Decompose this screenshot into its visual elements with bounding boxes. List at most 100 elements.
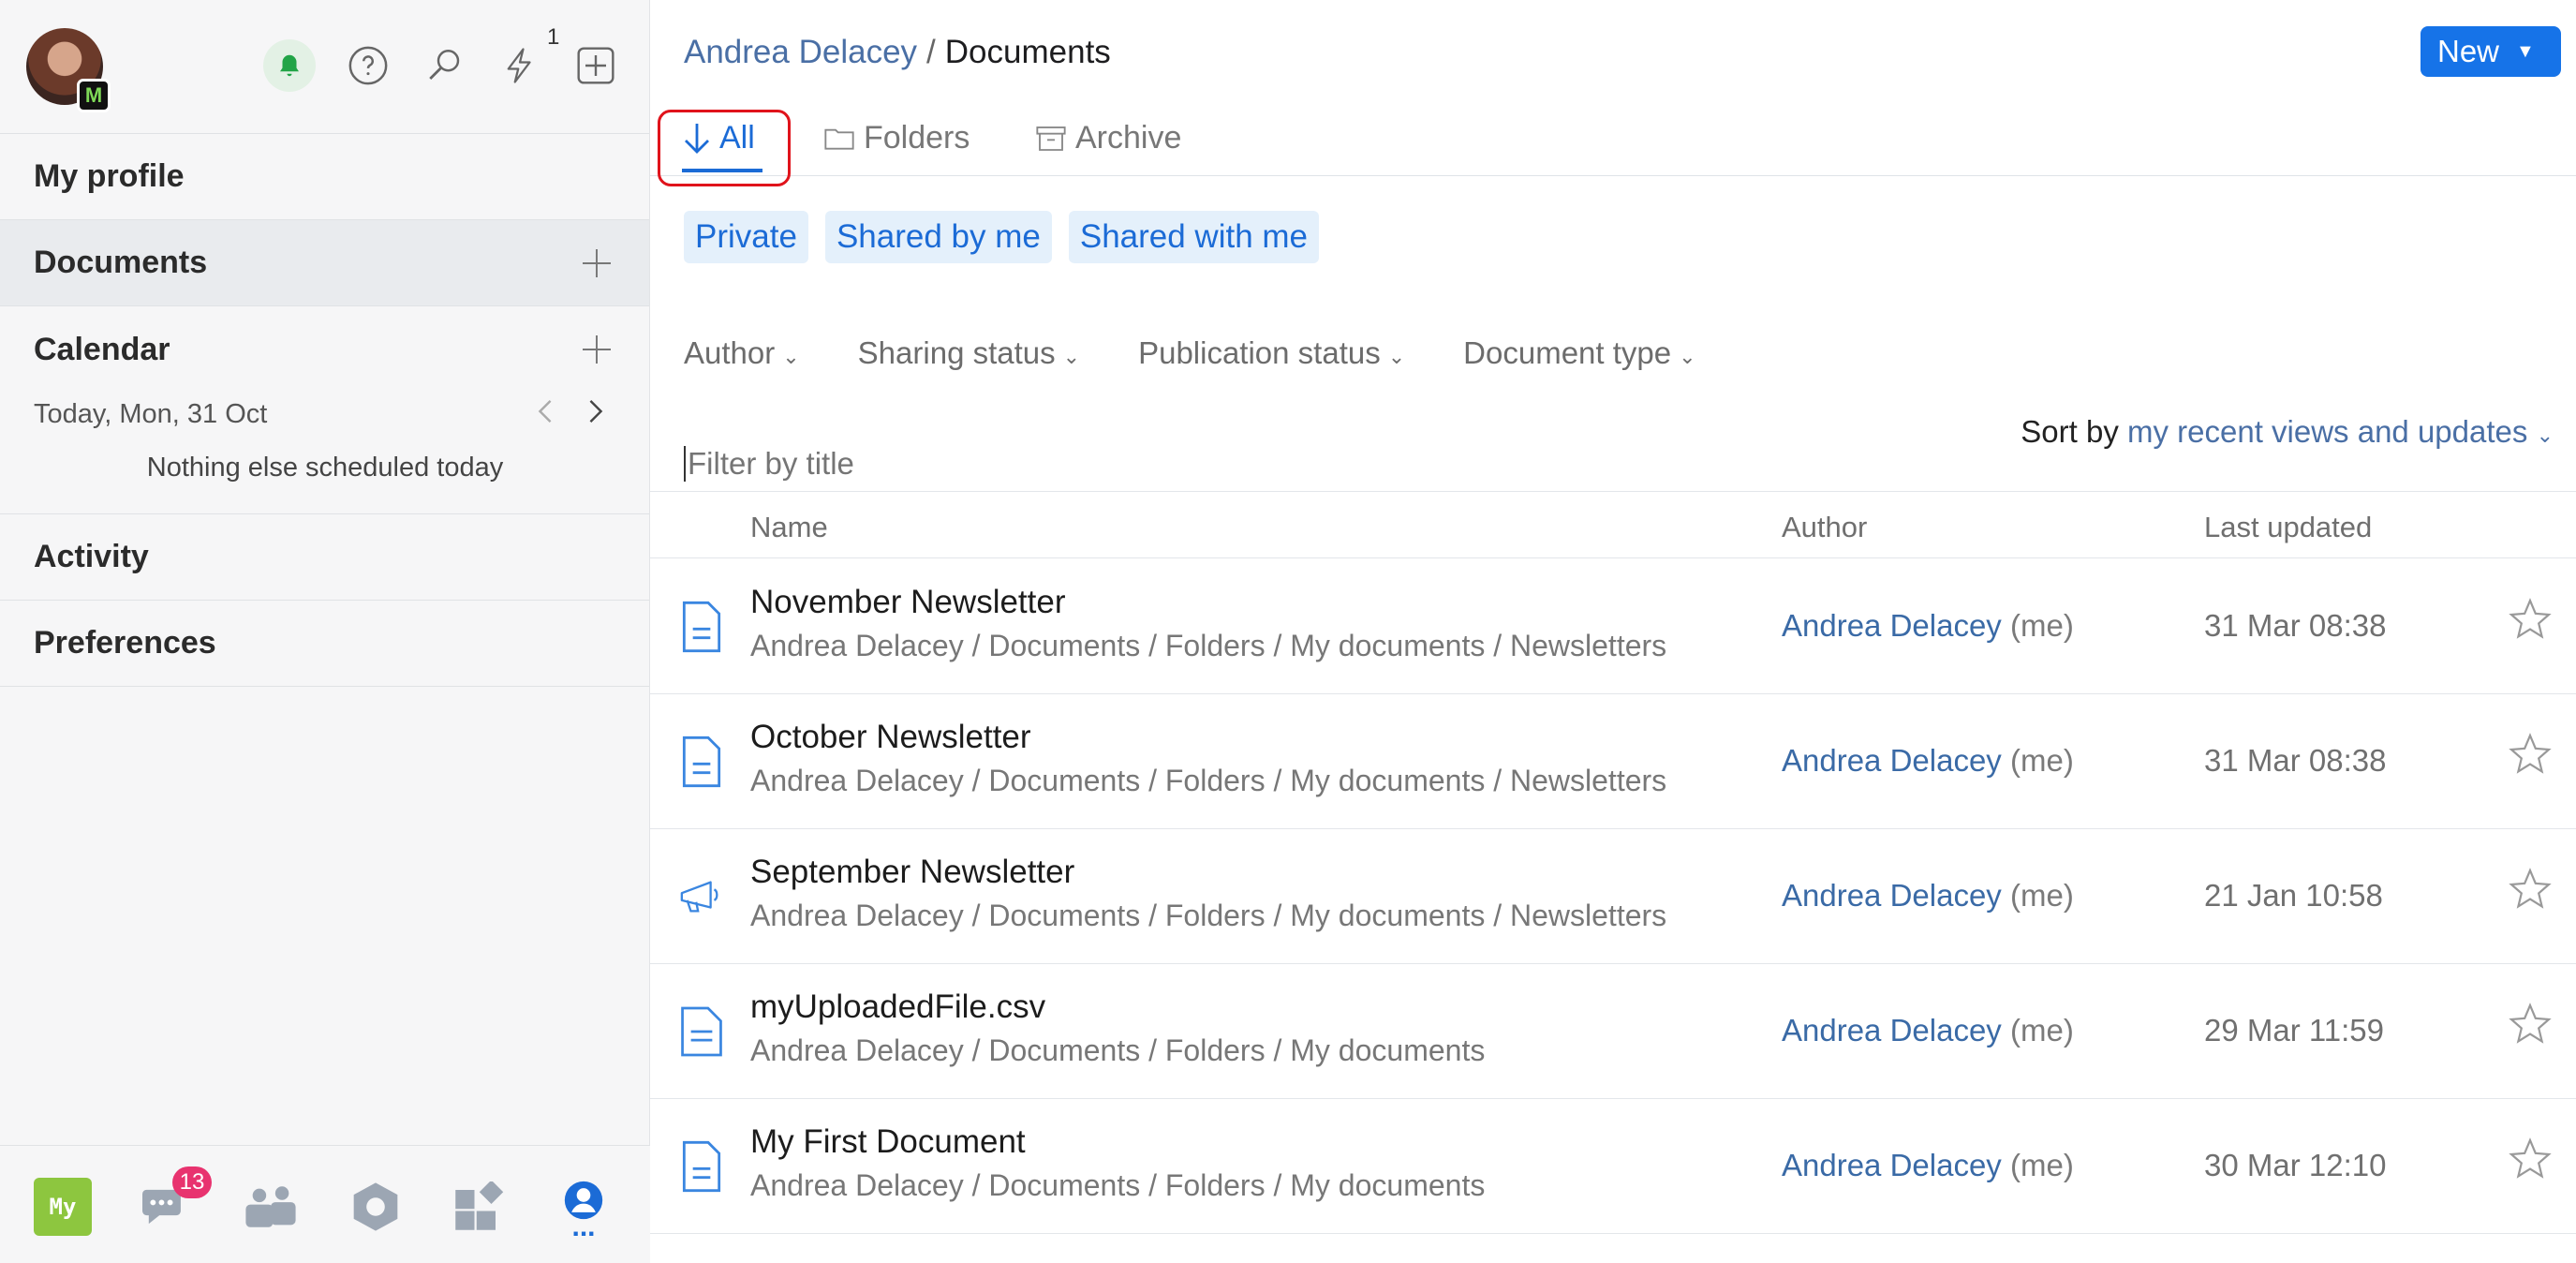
sidebar-item-my-profile[interactable]: My profile bbox=[0, 134, 649, 220]
add-event-icon[interactable] bbox=[580, 333, 614, 366]
sort-prefix: Sort by bbox=[2021, 414, 2119, 449]
star-icon[interactable] bbox=[2508, 597, 2553, 642]
chip-private[interactable]: Private bbox=[684, 211, 808, 263]
more-dots: ... bbox=[571, 1211, 596, 1242]
lightning-icon[interactable] bbox=[494, 39, 546, 92]
filter-label: Publication status bbox=[1138, 335, 1381, 370]
people-icon[interactable] bbox=[242, 1178, 300, 1236]
filter-publication-status-dropdown[interactable]: Publication status ⌄ bbox=[1138, 335, 1405, 371]
document-path: Andrea Delacey / Documents / Folders / M… bbox=[750, 899, 1667, 932]
chevron-left-icon[interactable] bbox=[536, 399, 555, 431]
search-icon[interactable] bbox=[419, 39, 471, 92]
add-square-icon[interactable] bbox=[570, 39, 622, 92]
document-title[interactable]: October Newsletter bbox=[750, 719, 1031, 756]
column-last-updated[interactable]: Last updated bbox=[2204, 511, 2372, 544]
tab-all[interactable]: All bbox=[684, 120, 755, 156]
last-updated: 31 Mar 08:38 bbox=[2204, 608, 2387, 643]
user-profile-icon[interactable]: ... bbox=[555, 1178, 613, 1242]
apps-icon[interactable] bbox=[450, 1178, 508, 1236]
document-icon bbox=[682, 736, 721, 788]
column-author[interactable]: Author bbox=[1782, 511, 1867, 544]
star-icon[interactable] bbox=[2508, 867, 2553, 912]
breadcrumb: Andrea Delacey / Documents bbox=[684, 34, 1111, 71]
chip-shared-by-me[interactable]: Shared by me bbox=[824, 211, 1052, 263]
bottom-app-bar: My 13 ... bbox=[0, 1145, 650, 1263]
notifications-bell-icon[interactable] bbox=[263, 39, 316, 92]
sidebar-item-label: Preferences bbox=[34, 625, 216, 661]
table-row[interactable]: October Newsletter Andrea Delacey / Docu… bbox=[650, 694, 2576, 829]
sort-value[interactable]: my recent views and updates bbox=[2127, 414, 2527, 449]
star-icon[interactable] bbox=[2508, 1137, 2553, 1181]
author-link[interactable]: Andrea Delacey bbox=[1782, 878, 2002, 913]
document-title[interactable]: November Newsletter bbox=[750, 584, 1066, 621]
star-icon[interactable] bbox=[2508, 1002, 2553, 1047]
chevron-down-icon: ⌄ bbox=[2536, 423, 2554, 447]
breadcrumb-separator: / bbox=[926, 34, 936, 70]
table-row[interactable]: myUploadedFile.csv Andrea Delacey / Docu… bbox=[650, 964, 2576, 1099]
filter-author-dropdown[interactable]: Author ⌄ bbox=[684, 335, 800, 371]
filter-by-title-input[interactable] bbox=[684, 446, 1808, 482]
column-name[interactable]: Name bbox=[750, 511, 828, 544]
chevron-right-icon[interactable] bbox=[586, 399, 605, 431]
lightning-count: 1 bbox=[547, 24, 560, 50]
tab-folders[interactable]: Folders bbox=[824, 120, 970, 156]
document-icon bbox=[682, 601, 721, 653]
my-app-tile[interactable]: My bbox=[34, 1178, 92, 1236]
sidebar-item-label: Documents bbox=[34, 245, 208, 280]
table-row[interactable]: November Newsletter Andrea Delacey / Doc… bbox=[650, 559, 2576, 694]
document-title[interactable]: September Newsletter bbox=[750, 854, 1074, 891]
chevron-down-icon: ⌄ bbox=[1062, 345, 1081, 368]
document-path: Andrea Delacey / Documents / Folders / M… bbox=[750, 1033, 1486, 1067]
tab-label: Archive bbox=[1075, 120, 1182, 156]
filter-label: Author bbox=[684, 335, 776, 370]
chip-shared-with-me[interactable]: Shared with me bbox=[1068, 211, 1320, 263]
scope-chips: Private Shared by me Shared with me bbox=[684, 211, 1320, 263]
star-icon[interactable] bbox=[2508, 732, 2553, 777]
table-row[interactable]: My First Document Andrea Delacey / Docum… bbox=[650, 1099, 2576, 1234]
sidebar-topbar: M 1 bbox=[0, 0, 649, 134]
author-link[interactable]: Andrea Delacey bbox=[1782, 608, 2002, 643]
hexagon-icon[interactable] bbox=[347, 1178, 405, 1236]
file-icon bbox=[681, 1006, 722, 1057]
archive-icon bbox=[1036, 126, 1066, 151]
chat-unread-badge: 13 bbox=[172, 1166, 212, 1198]
last-updated: 29 Mar 11:59 bbox=[2204, 1013, 2385, 1048]
arrow-down-icon bbox=[685, 123, 709, 154]
author-suffix: (me) bbox=[2009, 1148, 2074, 1182]
last-updated: 21 Jan 10:58 bbox=[2204, 878, 2383, 913]
last-updated: 30 Mar 12:10 bbox=[2204, 1148, 2387, 1182]
table-row[interactable]: September Newsletter Andrea Delacey / Do… bbox=[650, 829, 2576, 964]
sidebar-item-label: My profile bbox=[34, 158, 185, 194]
author-link[interactable]: Andrea Delacey bbox=[1782, 743, 2002, 778]
filter-sharing-status-dropdown[interactable]: Sharing status ⌄ bbox=[858, 335, 1080, 371]
author-link[interactable]: Andrea Delacey bbox=[1782, 1148, 2002, 1182]
sidebar-item-documents[interactable]: Documents bbox=[0, 220, 649, 306]
sidebar-item-calendar[interactable]: Calendar bbox=[0, 306, 649, 393]
new-button[interactable]: New ▼ bbox=[2421, 26, 2561, 77]
breadcrumb-current: Documents bbox=[944, 34, 1111, 70]
sidebar-item-preferences[interactable]: Preferences bbox=[0, 601, 649, 687]
tab-archive[interactable]: Archive bbox=[1036, 120, 1181, 156]
active-tab-underline bbox=[682, 169, 762, 172]
filter-document-type-dropdown[interactable]: Document type ⌄ bbox=[1463, 335, 1695, 371]
sort-control[interactable]: Sort by my recent views and updates ⌄ bbox=[2021, 414, 2554, 450]
add-document-icon[interactable] bbox=[580, 246, 614, 280]
sidebar-item-label: Activity bbox=[34, 539, 149, 574]
document-path: Andrea Delacey / Documents / Folders / M… bbox=[750, 629, 1667, 662]
calendar-date: Today, Mon, 31 Oct bbox=[34, 399, 268, 429]
author-suffix: (me) bbox=[2009, 743, 2074, 778]
author-link[interactable]: Andrea Delacey bbox=[1782, 1013, 2002, 1048]
author-suffix: (me) bbox=[2009, 1013, 2074, 1048]
filter-label: Document type bbox=[1463, 335, 1672, 370]
breadcrumb-root-link[interactable]: Andrea Delacey bbox=[684, 34, 917, 70]
sidebar-item-label: Calendar bbox=[34, 331, 170, 367]
help-icon[interactable] bbox=[342, 39, 394, 92]
chevron-down-icon: ⌄ bbox=[1679, 345, 1696, 368]
folder-icon bbox=[824, 128, 854, 150]
sidebar-item-activity[interactable]: Activity bbox=[0, 514, 649, 601]
document-title[interactable]: My First Document bbox=[750, 1123, 1026, 1161]
calendar-empty-text: Nothing else scheduled today bbox=[146, 453, 504, 483]
tabs: All Folders Archive bbox=[650, 103, 2576, 186]
caret-down-icon: ▼ bbox=[2516, 40, 2535, 62]
document-title[interactable]: myUploadedFile.csv bbox=[750, 988, 1045, 1026]
